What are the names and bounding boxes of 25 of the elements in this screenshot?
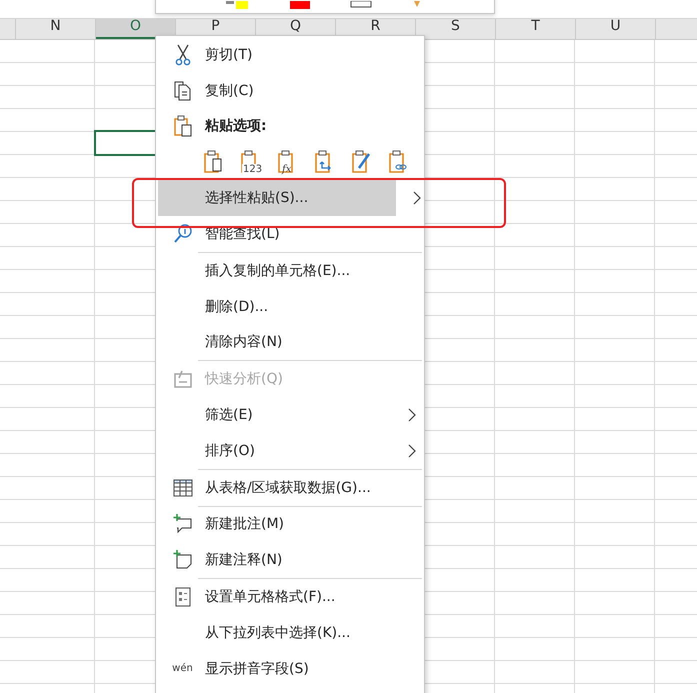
column-header[interactable]: T — [496, 19, 576, 39]
pinyin-icon: wén — [172, 664, 193, 674]
chevron-right-icon — [413, 191, 421, 206]
format-cells-icon — [172, 586, 192, 608]
column-header[interactable]: U — [576, 19, 656, 39]
copy-icon — [172, 80, 192, 102]
menu-item[interactable]: 筛选(E) — [158, 397, 422, 433]
quick-analysis-icon — [172, 368, 192, 390]
search-icon — [172, 223, 192, 246]
menu-heading: 粘贴选项: — [158, 108, 422, 144]
menu-item[interactable]: 剪切(T) — [158, 37, 422, 73]
new-comment-icon — [172, 513, 192, 536]
menu-item[interactable]: 排序(O) — [158, 432, 422, 469]
chevron-right-icon — [408, 444, 416, 458]
menu-item[interactable]: 从下拉列表中选择(K)... — [158, 614, 422, 651]
menu-item[interactable]: 清除内容(N) — [158, 324, 422, 360]
new-note-icon — [172, 549, 192, 572]
column-header[interactable]: O — [96, 19, 176, 39]
menu-item[interactable]: wén 显示拼音字段(S) — [158, 650, 422, 687]
clipboard-icon — [172, 115, 192, 138]
menu-item[interactable]: 删除(D)... — [158, 288, 422, 325]
menu-item[interactable]: 新建注释(N) — [158, 542, 422, 578]
scissors-icon — [172, 44, 192, 66]
chevron-right-icon — [408, 408, 416, 422]
menu-item[interactable]: 复制(C) — [158, 72, 422, 109]
